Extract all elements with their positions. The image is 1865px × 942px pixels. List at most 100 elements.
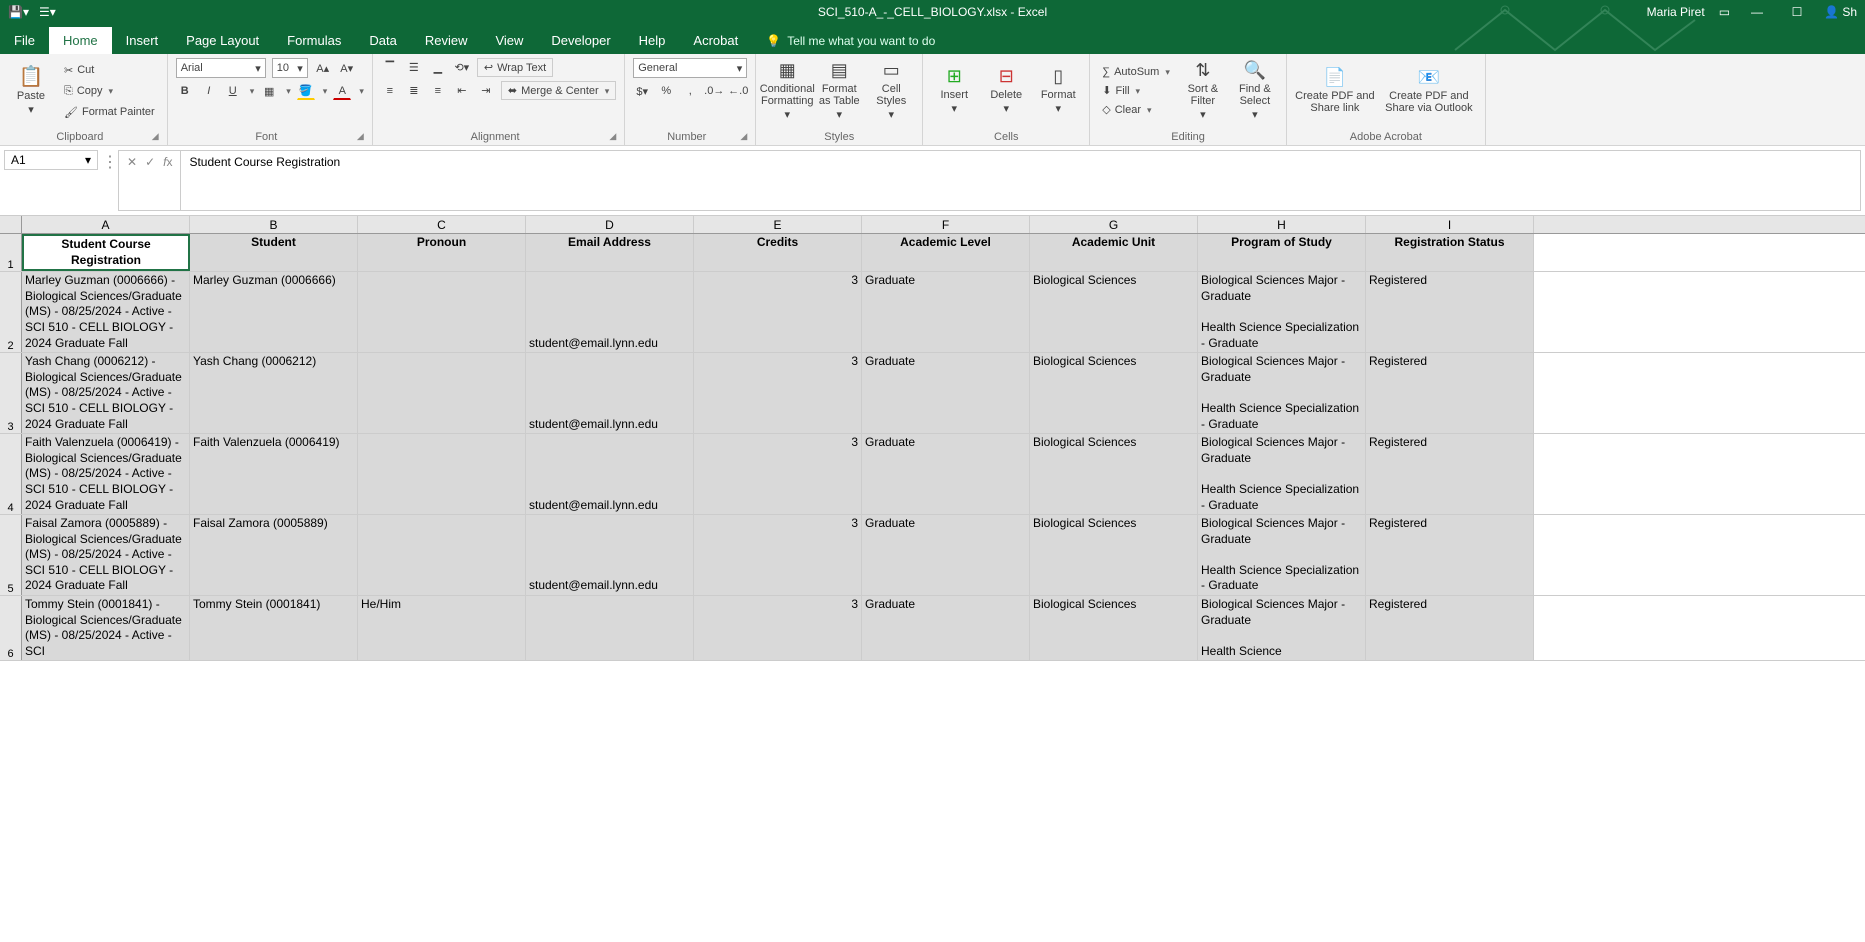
cell-E3[interactable]: 3 bbox=[694, 353, 862, 433]
orientation-button[interactable]: ⟲▾ bbox=[453, 59, 471, 77]
cell-F3[interactable]: Graduate bbox=[862, 353, 1030, 433]
find-select-button[interactable]: 🔍Find & Select▾ bbox=[1232, 58, 1278, 124]
cell-C1[interactable]: Pronoun bbox=[358, 234, 526, 271]
cell-I4[interactable]: Registered bbox=[1366, 434, 1534, 514]
col-header-E[interactable]: E bbox=[694, 216, 862, 233]
cell-B1[interactable]: Student bbox=[190, 234, 358, 271]
font-name-select[interactable]: Arial▾ bbox=[176, 58, 266, 78]
clear-button[interactable]: ◇Clear bbox=[1098, 101, 1174, 118]
cell-C3[interactable] bbox=[358, 353, 526, 433]
decrease-decimal-button[interactable]: ←.0 bbox=[729, 82, 747, 100]
cell-H5[interactable]: Biological Sciences Major - Graduate Hea… bbox=[1198, 515, 1366, 595]
cell-G6[interactable]: Biological Sciences bbox=[1030, 596, 1198, 660]
cell-A6[interactable]: Tommy Stein (0001841) - Biological Scien… bbox=[22, 596, 190, 660]
row-header-5[interactable]: 5 bbox=[0, 515, 22, 595]
row-header-4[interactable]: 4 bbox=[0, 434, 22, 514]
row-header-6[interactable]: 6 bbox=[0, 596, 22, 660]
italic-button[interactable]: I bbox=[200, 82, 218, 100]
tab-page-layout[interactable]: Page Layout bbox=[172, 27, 273, 54]
delete-cells-button[interactable]: ⊟Delete▾ bbox=[983, 58, 1029, 124]
save-icon[interactable]: 💾▾ bbox=[8, 5, 29, 19]
cell-D1[interactable]: Email Address bbox=[526, 234, 694, 271]
cell-I3[interactable]: Registered bbox=[1366, 353, 1534, 433]
minimize-button[interactable]: — bbox=[1744, 5, 1770, 19]
font-color-button[interactable]: A bbox=[333, 82, 351, 100]
cell-D5[interactable]: student@email.lynn.edu bbox=[526, 515, 694, 595]
cell-D2[interactable]: student@email.lynn.edu bbox=[526, 272, 694, 352]
fill-color-button[interactable]: 🪣 bbox=[297, 82, 315, 100]
align-left-button[interactable]: ≡ bbox=[381, 82, 399, 100]
cell-H3[interactable]: Biological Sciences Major - Graduate Hea… bbox=[1198, 353, 1366, 433]
tab-help[interactable]: Help bbox=[625, 27, 680, 54]
align-right-button[interactable]: ≡ bbox=[429, 82, 447, 100]
col-header-D[interactable]: D bbox=[526, 216, 694, 233]
increase-font-button[interactable]: A▴ bbox=[314, 59, 332, 77]
cell-H1[interactable]: Program of Study bbox=[1198, 234, 1366, 271]
cell-F5[interactable]: Graduate bbox=[862, 515, 1030, 595]
accounting-format-button[interactable]: $▾ bbox=[633, 82, 651, 100]
copy-button[interactable]: ⎘Copy bbox=[60, 83, 159, 100]
cell-A1[interactable]: Student Course Registration bbox=[22, 234, 190, 271]
dialog-launcher-icon[interactable]: ◢ bbox=[357, 131, 364, 142]
expand-namebox-icon[interactable]: ⋮ bbox=[102, 152, 118, 172]
cell-G5[interactable]: Biological Sciences bbox=[1030, 515, 1198, 595]
format-painter-button[interactable]: 🖌Format Painter bbox=[60, 104, 159, 121]
font-size-select[interactable]: 10▾ bbox=[272, 58, 308, 78]
comma-format-button[interactable]: , bbox=[681, 82, 699, 100]
paste-button[interactable]: 📋 Paste ▾ bbox=[8, 58, 54, 124]
cell-A3[interactable]: Yash Chang (0006212) - Biological Scienc… bbox=[22, 353, 190, 433]
cell-E1[interactable]: Credits bbox=[694, 234, 862, 271]
col-header-G[interactable]: G bbox=[1030, 216, 1198, 233]
cell-A2[interactable]: Marley Guzman (0006666) - Biological Sci… bbox=[22, 272, 190, 352]
cell-B3[interactable]: Yash Chang (0006212) bbox=[190, 353, 358, 433]
decrease-indent-button[interactable]: ⇤ bbox=[453, 82, 471, 100]
cell-E4[interactable]: 3 bbox=[694, 434, 862, 514]
cell-I1[interactable]: Registration Status bbox=[1366, 234, 1534, 271]
col-header-A[interactable]: A bbox=[22, 216, 190, 233]
cell-H2[interactable]: Biological Sciences Major - Graduate Hea… bbox=[1198, 272, 1366, 352]
row-header-1[interactable]: 1 bbox=[0, 234, 22, 271]
align-top-button[interactable]: ▔ bbox=[381, 59, 399, 77]
format-as-table-button[interactable]: ▤Format as Table▾ bbox=[816, 58, 862, 124]
align-middle-button[interactable]: ☰ bbox=[405, 59, 423, 77]
create-pdf-outlook-button[interactable]: 📧Create PDF and Share via Outlook bbox=[1381, 58, 1477, 124]
cell-C2[interactable] bbox=[358, 272, 526, 352]
maximize-button[interactable]: ☐ bbox=[1784, 5, 1810, 19]
col-header-I[interactable]: I bbox=[1366, 216, 1534, 233]
wrap-text-button[interactable]: ↩Wrap Text bbox=[477, 58, 553, 77]
dialog-launcher-icon[interactable]: ◢ bbox=[152, 131, 159, 142]
bold-button[interactable]: B bbox=[176, 82, 194, 100]
cell-D4[interactable]: student@email.lynn.edu bbox=[526, 434, 694, 514]
tab-home[interactable]: Home bbox=[49, 27, 112, 54]
col-header-H[interactable]: H bbox=[1198, 216, 1366, 233]
cell-C6[interactable]: He/Him bbox=[358, 596, 526, 660]
create-pdf-share-button[interactable]: 📄Create PDF and Share link bbox=[1295, 58, 1375, 124]
fx-icon[interactable]: fx bbox=[163, 155, 172, 169]
cell-G4[interactable]: Biological Sciences bbox=[1030, 434, 1198, 514]
tab-insert[interactable]: Insert bbox=[112, 27, 173, 54]
cell-F4[interactable]: Graduate bbox=[862, 434, 1030, 514]
cell-E2[interactable]: 3 bbox=[694, 272, 862, 352]
chevron-down-icon[interactable] bbox=[321, 85, 328, 97]
tab-formulas[interactable]: Formulas bbox=[273, 27, 355, 54]
cell-F2[interactable]: Graduate bbox=[862, 272, 1030, 352]
cell-I2[interactable]: Registered bbox=[1366, 272, 1534, 352]
cell-I6[interactable]: Registered bbox=[1366, 596, 1534, 660]
decrease-font-button[interactable]: A▾ bbox=[338, 59, 356, 77]
chevron-down-icon[interactable] bbox=[248, 85, 255, 97]
cell-C5[interactable] bbox=[358, 515, 526, 595]
increase-indent-button[interactable]: ⇥ bbox=[477, 82, 495, 100]
cell-E6[interactable]: 3 bbox=[694, 596, 862, 660]
ribbon-display-icon[interactable]: ▭ bbox=[1719, 5, 1730, 19]
cell-C4[interactable] bbox=[358, 434, 526, 514]
underline-button[interactable]: U bbox=[224, 82, 242, 100]
cell-G3[interactable]: Biological Sciences bbox=[1030, 353, 1198, 433]
cell-D6[interactable] bbox=[526, 596, 694, 660]
col-header-F[interactable]: F bbox=[862, 216, 1030, 233]
row-header-2[interactable]: 2 bbox=[0, 272, 22, 352]
increase-decimal-button[interactable]: .0→ bbox=[705, 82, 723, 100]
conditional-formatting-button[interactable]: ▦Conditional Formatting▾ bbox=[764, 58, 810, 124]
cancel-formula-icon[interactable]: ✕ bbox=[127, 155, 137, 169]
tab-view[interactable]: View bbox=[481, 27, 537, 54]
cell-F6[interactable]: Graduate bbox=[862, 596, 1030, 660]
